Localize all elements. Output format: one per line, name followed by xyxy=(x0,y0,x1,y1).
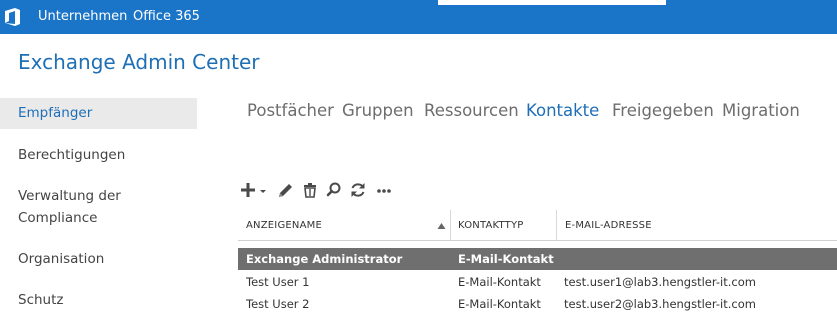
top-navigation-bar: Unternehmen Office 365 xyxy=(0,0,837,34)
page-title: Exchange Admin Center xyxy=(18,50,260,74)
office-icon[interactable] xyxy=(4,7,22,27)
edit-icon[interactable] xyxy=(276,180,294,200)
column-header-anzeigename[interactable]: ANZEIGENAME xyxy=(246,210,322,241)
cell-display-name: Exchange Administrator xyxy=(246,252,403,266)
refresh-icon[interactable] xyxy=(349,180,367,200)
cell-display-name: Test User 1 xyxy=(246,275,310,289)
table-row[interactable]: Exchange Administrator E-Mail-Kontakt xyxy=(238,248,837,270)
tab-migration[interactable]: Migration xyxy=(722,101,800,120)
topnav-office-365[interactable]: Office 365 xyxy=(133,0,200,34)
table-row[interactable]: Test User 2 E-Mail-Kontakt test.user2@la… xyxy=(238,293,837,315)
header-divider xyxy=(238,240,837,241)
tab-postfaecher[interactable]: Postfächer xyxy=(247,101,334,120)
sidebar-item-verwaltung-der-compliance[interactable]: Verwaltung der Compliance xyxy=(0,185,160,229)
add-icon[interactable] xyxy=(240,180,270,200)
column-separator[interactable] xyxy=(556,210,557,241)
topnav-unternehmen[interactable]: Unternehmen xyxy=(38,0,127,34)
sidebar-item-empfaenger[interactable]: Empfänger xyxy=(0,98,197,129)
topbar-field xyxy=(438,0,666,5)
cell-email: test.user1@lab3.hengstler-it.com xyxy=(564,275,756,289)
column-header-email-adresse[interactable]: E-MAIL-ADRESSE xyxy=(565,210,652,241)
table-row[interactable]: Test User 1 E-Mail-Kontakt test.user1@la… xyxy=(238,271,837,293)
cell-contact-type: E-Mail-Kontakt xyxy=(458,297,541,311)
search-icon[interactable] xyxy=(326,180,342,200)
cell-email: test.user2@lab3.hengstler-it.com xyxy=(564,297,756,311)
sort-ascending-icon[interactable] xyxy=(437,222,446,230)
sidebar-item-organisation[interactable]: Organisation xyxy=(0,248,197,270)
cell-display-name: Test User 2 xyxy=(246,297,310,311)
sidebar-item-schutz[interactable]: Schutz xyxy=(0,289,197,311)
sidebar-item-berechtigungen[interactable]: Berechtigungen xyxy=(0,144,197,166)
cell-contact-type: E-Mail-Kontakt xyxy=(458,252,554,266)
column-separator[interactable] xyxy=(450,210,451,241)
more-icon[interactable] xyxy=(376,180,392,200)
tab-kontakte[interactable]: Kontakte xyxy=(526,101,599,120)
column-header-kontakttyp[interactable]: KONTAKTTYP xyxy=(458,210,524,241)
tab-freigegeben[interactable]: Freigegeben xyxy=(612,101,714,120)
tab-ressourcen[interactable]: Ressourcen xyxy=(424,101,519,120)
delete-icon[interactable] xyxy=(302,180,318,200)
cell-contact-type: E-Mail-Kontakt xyxy=(458,275,541,289)
tab-gruppen[interactable]: Gruppen xyxy=(342,101,414,120)
